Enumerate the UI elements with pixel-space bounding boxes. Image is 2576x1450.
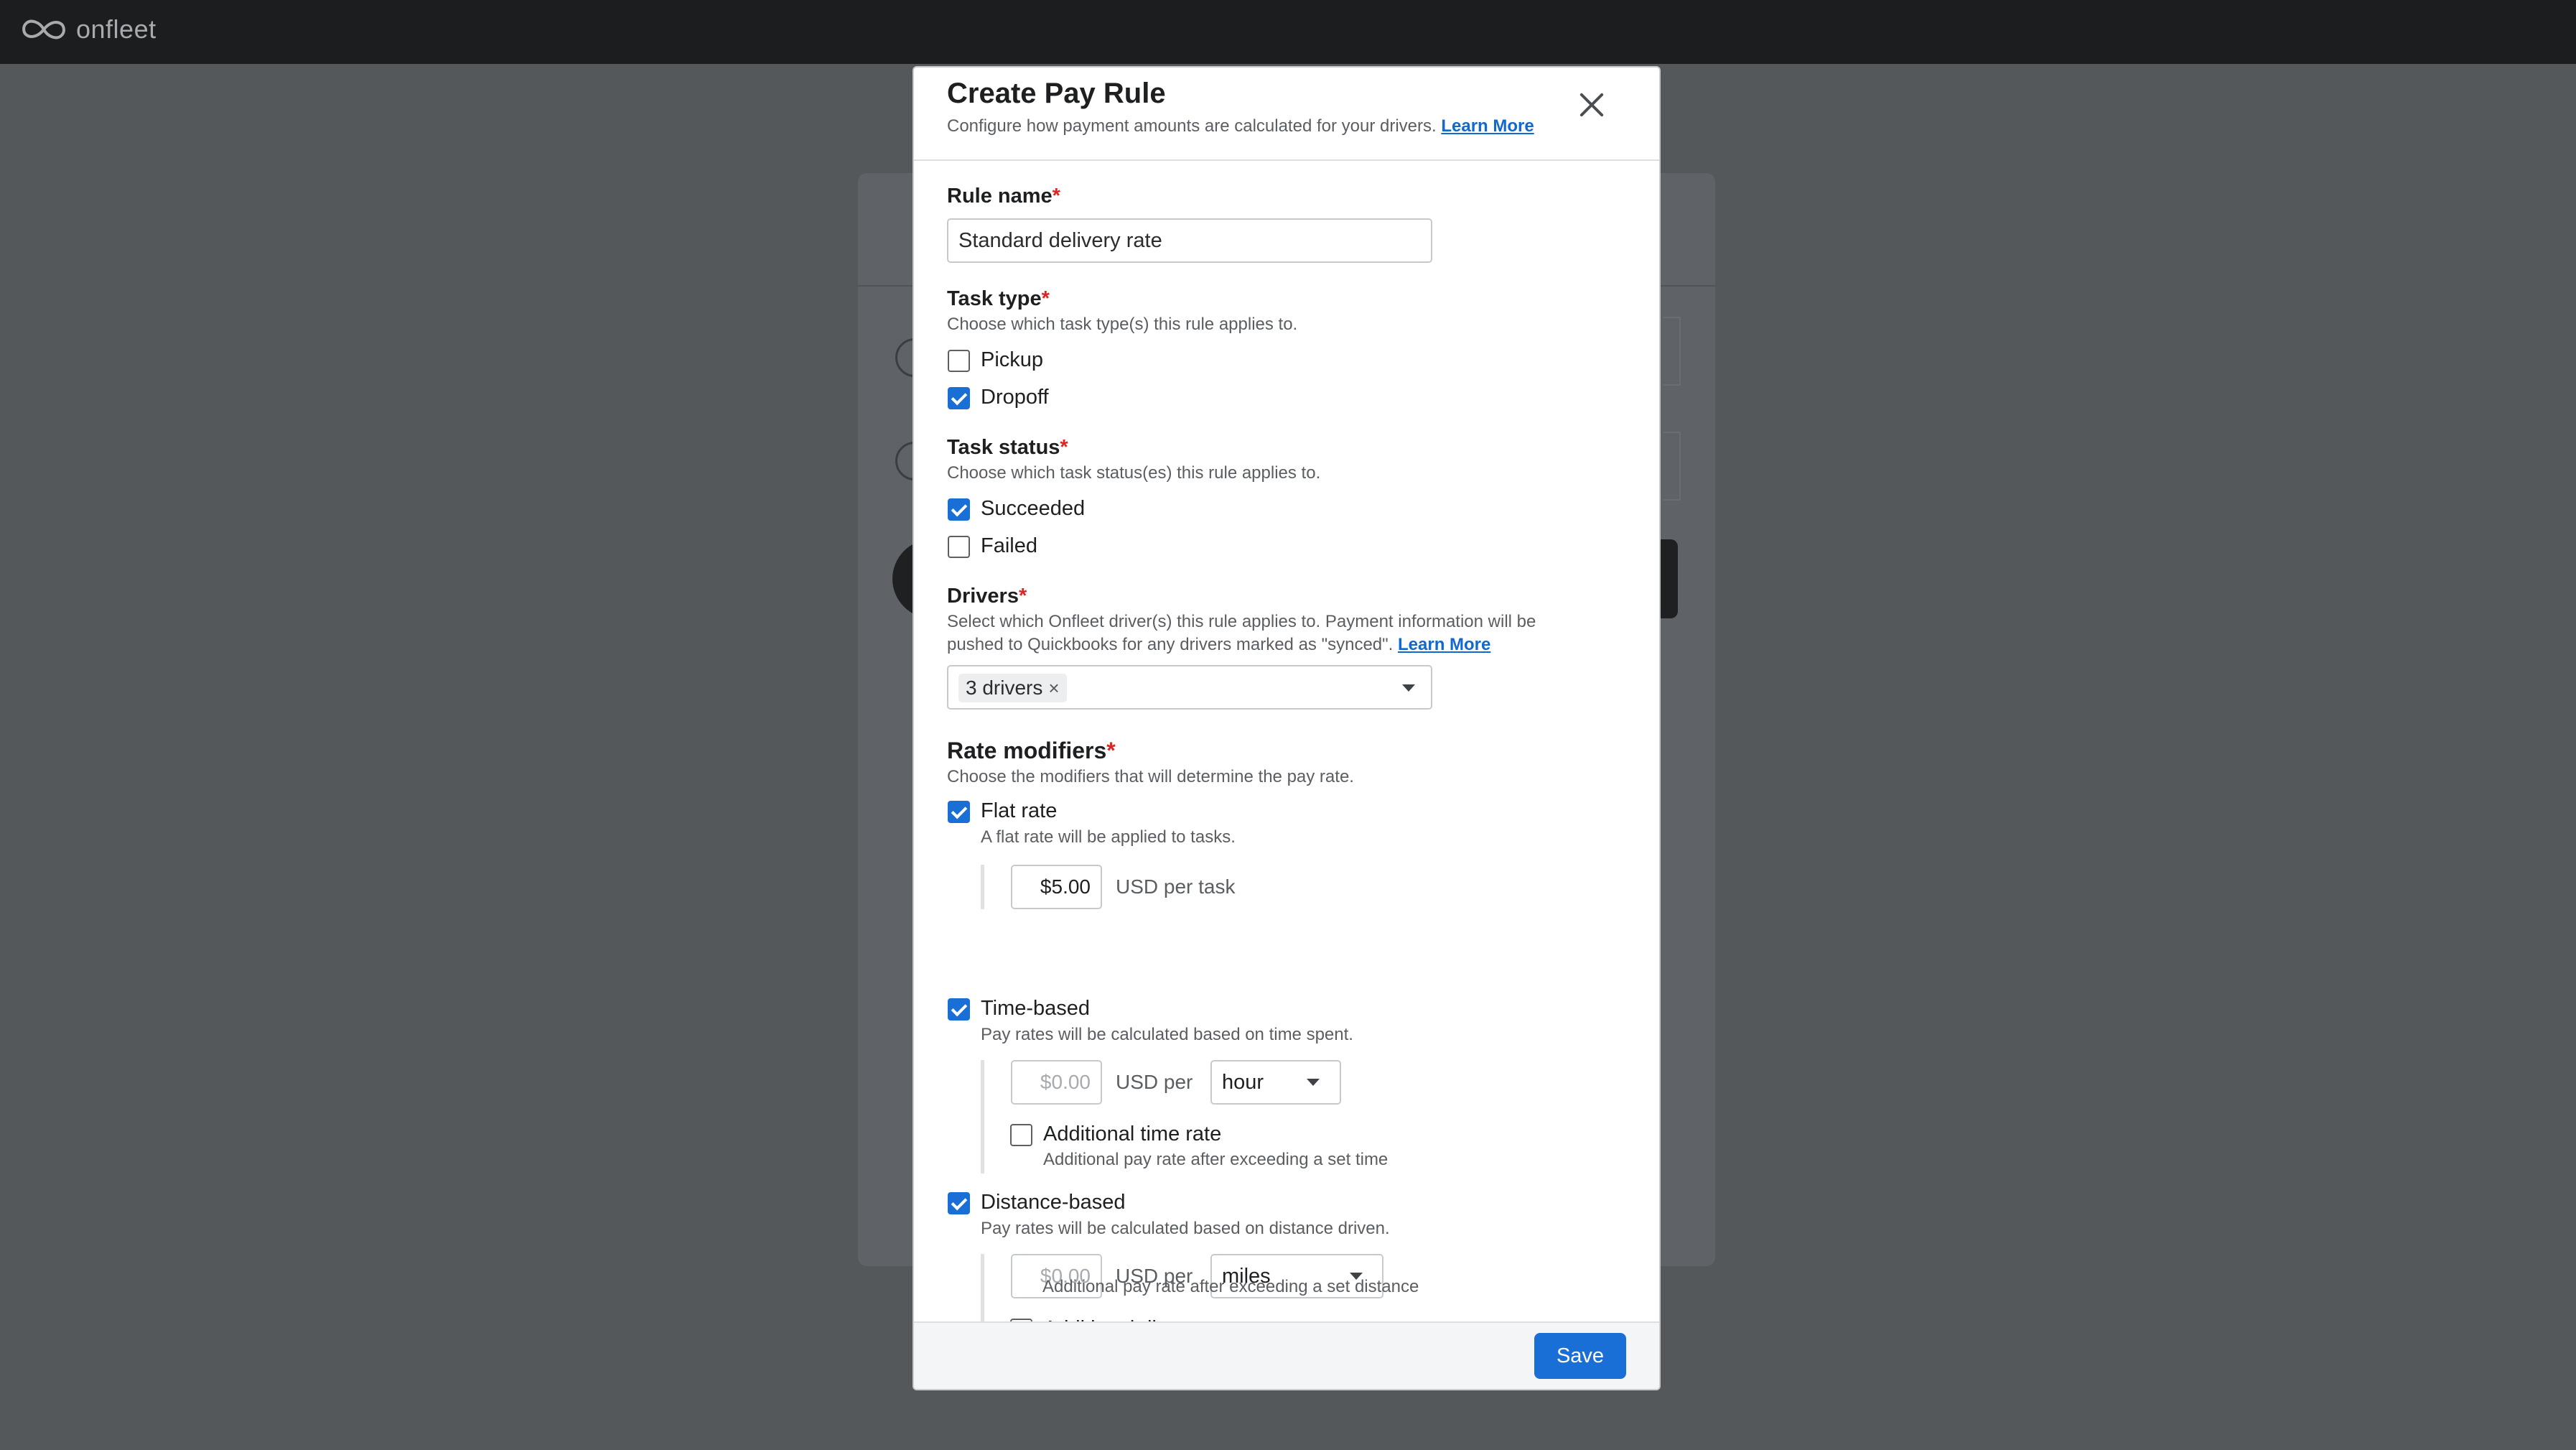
flat-rate-amount-input[interactable]: $5.00 [1011, 865, 1102, 909]
chip-remove-icon[interactable]: × [1048, 677, 1059, 699]
failed-checkbox[interactable] [948, 536, 970, 558]
close-icon[interactable] [1574, 88, 1609, 122]
dropoff-checkbox[interactable] [948, 387, 970, 409]
distance-based-checkbox[interactable] [948, 1192, 970, 1214]
rule-name-input[interactable]: Standard delivery rate [947, 218, 1432, 263]
flat-rate-unit: USD per task [1116, 875, 1236, 898]
succeeded-checkbox[interactable] [948, 498, 970, 521]
rule-name-label: Rule name* [947, 185, 1060, 208]
chevron-down-icon[interactable] [1402, 684, 1415, 692]
drivers-help-line1: Select which Onfleet driver(s) this rule… [947, 612, 1536, 631]
flat-rate-label: Flat rate [981, 799, 1058, 822]
save-button[interactable]: Save [1534, 1333, 1626, 1379]
time-based-help: Pay rates will be calculated based on ti… [981, 1025, 1353, 1044]
time-period-value: hour [1222, 1071, 1264, 1094]
drivers-chip: 3 drivers × [958, 674, 1067, 702]
flat-rate-help: A flat rate will be applied to tasks. [981, 827, 1236, 847]
drivers-chip-label: 3 drivers [966, 677, 1043, 699]
onfleet-logo[interactable]: onfleet [20, 14, 157, 45]
task-type-help: Choose which task type(s) this rule appl… [947, 315, 1298, 334]
distance-based-label: Distance-based [981, 1191, 1126, 1214]
failed-label: Failed [981, 534, 1037, 557]
additional-time-rate-help: Additional pay rate after exceeding a se… [1043, 1150, 1389, 1169]
flat-rate-checkbox[interactable] [948, 801, 970, 823]
drivers-select[interactable]: 3 drivers × [947, 665, 1432, 710]
task-status-help: Choose which task status(es) this rule a… [947, 463, 1321, 483]
pickup-label: Pickup [981, 348, 1044, 371]
time-period-select[interactable]: hour [1210, 1060, 1341, 1105]
background-box [1663, 317, 1681, 386]
modal-title: Create Pay Rule [947, 78, 1166, 109]
pickup-checkbox[interactable] [948, 350, 970, 372]
chevron-down-icon [1307, 1079, 1320, 1086]
modal-subtitle-text: Configure how payment amounts are calcul… [947, 116, 1437, 136]
additional-time-rate-checkbox[interactable] [1010, 1124, 1032, 1146]
additional-time-rate-label: Additional time rate [1043, 1123, 1222, 1145]
create-pay-rule-modal: Create Pay Rule Configure how payment am… [913, 66, 1661, 1390]
task-type-label: Task type* [947, 287, 1050, 310]
modal-header: Create Pay Rule Configure how payment am… [914, 68, 1659, 161]
flat-rate-indent-bar [981, 865, 984, 909]
dropoff-label: Dropoff [981, 386, 1049, 409]
infinity-logo-icon [22, 19, 65, 39]
drivers-learn-more-link[interactable]: Learn More [1398, 635, 1490, 654]
modal-subtitle: Configure how payment amounts are calcul… [947, 116, 1534, 136]
top-bar: onfleet [0, 0, 2576, 64]
learn-more-link[interactable]: Learn More [1441, 116, 1534, 136]
time-based-label: Time-based [981, 997, 1091, 1020]
distance-based-help: Pay rates will be calculated based on di… [981, 1219, 1390, 1238]
time-based-checkbox[interactable] [948, 998, 970, 1021]
logo-text: onfleet [76, 14, 157, 44]
background-box [1663, 432, 1681, 501]
rate-modifiers-title: Rate modifiers* [947, 738, 1116, 763]
time-rate-amount-input[interactable]: $0.00 [1011, 1060, 1102, 1105]
additional-distance-rate-help: Additional pay rate after exceeding a se… [1042, 1277, 1419, 1296]
time-rate-unit: USD per [1116, 1071, 1193, 1093]
time-based-indent-bar [981, 1060, 984, 1174]
drivers-label: Drivers* [947, 585, 1027, 608]
modal-footer: Save [914, 1321, 1659, 1389]
drivers-help-line2: pushed to Quickbooks for any drivers mar… [947, 635, 1491, 654]
task-status-label: Task status* [947, 436, 1068, 459]
rate-modifiers-help: Choose the modifiers that will determine… [947, 767, 1354, 786]
succeeded-label: Succeeded [981, 497, 1086, 520]
